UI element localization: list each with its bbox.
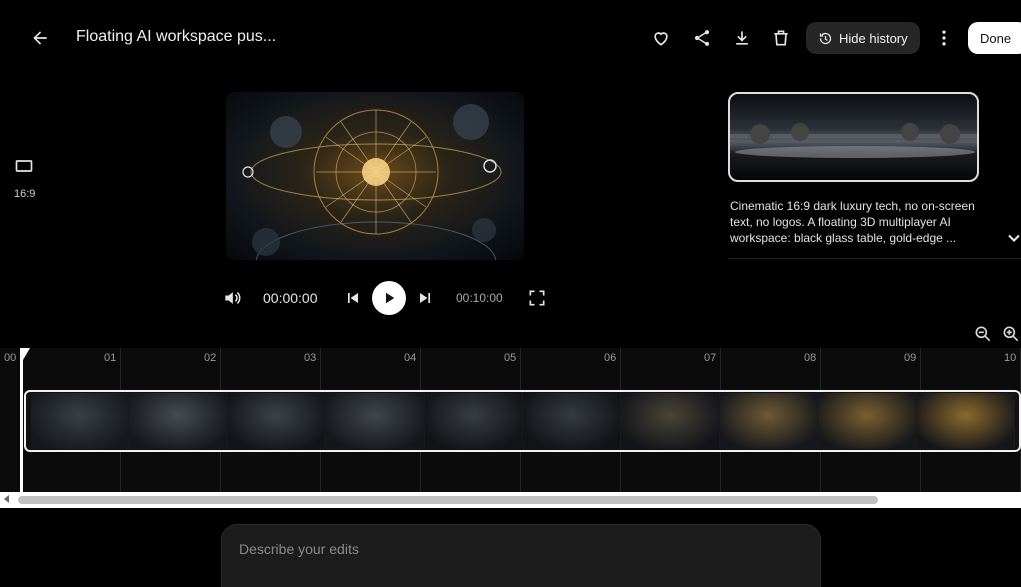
clip-frame-thumbnail	[424, 393, 524, 449]
history-thumbnail-art	[730, 123, 977, 158]
timeline-tick-label: 06	[604, 352, 617, 364]
timeline-tick-label: 00	[4, 352, 17, 364]
more-options-button[interactable]	[928, 22, 960, 54]
expand-history-button[interactable]	[1004, 228, 1021, 248]
clip-frame-thumbnail	[31, 393, 130, 449]
history-prompt-text: Cinematic 16:9 dark luxury tech, no on-s…	[730, 199, 975, 245]
share-icon	[694, 30, 710, 46]
play-icon	[386, 292, 395, 304]
clip-frame-thumbnail	[523, 393, 622, 449]
heart-icon	[654, 32, 668, 46]
clip-frames	[31, 393, 1016, 449]
play-button[interactable]	[372, 281, 406, 315]
zoom-in-icon	[1003, 326, 1019, 342]
share-button[interactable]	[686, 22, 718, 54]
history-thumbnail[interactable]	[728, 92, 979, 182]
hide-history-label: Hide history	[839, 30, 908, 46]
timeline-tick-label: 03	[304, 352, 317, 364]
volume-icon	[225, 292, 241, 304]
skip-next-button[interactable]	[409, 282, 441, 314]
timeline-scroll-thumb[interactable]	[18, 496, 878, 504]
edit-prompt-box	[221, 524, 821, 587]
fullscreen-icon	[529, 290, 545, 306]
history-divider	[728, 258, 1021, 259]
zoom-in-button[interactable]	[997, 320, 1021, 348]
aspect-ratio-icon	[15, 160, 33, 172]
aspect-ratio-button[interactable]	[8, 150, 40, 182]
fullscreen-button[interactable]	[521, 282, 553, 314]
zoom-out-icon	[975, 326, 991, 342]
video-frame-art	[242, 104, 502, 260]
aspect-ratio-label: 16:9	[14, 188, 36, 200]
trash-icon	[774, 30, 788, 46]
skip-next-icon	[420, 293, 430, 303]
favorite-button[interactable]	[645, 22, 677, 54]
video-clip[interactable]	[24, 390, 1021, 452]
clip-frame-thumbnail	[621, 393, 720, 449]
timeline-tick-label: 04	[404, 352, 417, 364]
clip-frame-thumbnail	[129, 393, 228, 449]
page-title: Floating AI workspace pus...	[76, 28, 277, 45]
zoom-out-button[interactable]	[968, 320, 998, 348]
clip-frame-thumbnail	[818, 393, 917, 449]
current-time: 00:00:00	[263, 290, 318, 306]
skip-previous-icon	[348, 293, 358, 303]
clip-frame-thumbnail	[719, 393, 819, 449]
timeline-tick-label: 10	[1004, 352, 1017, 364]
back-button[interactable]	[24, 22, 56, 54]
history-icon	[819, 32, 832, 44]
timeline-tick-label: 09	[904, 352, 917, 364]
clip-frame-thumbnail	[916, 393, 1016, 449]
download-icon	[736, 31, 748, 45]
duration: 00:10:00	[456, 291, 503, 305]
back-arrow-icon	[33, 31, 47, 45]
playhead[interactable]	[20, 348, 23, 492]
more-vert-icon	[942, 30, 946, 46]
timeline-tick-label: 05	[504, 352, 517, 364]
video-preview[interactable]	[226, 92, 524, 260]
clip-frame-thumbnail	[227, 393, 327, 449]
skip-previous-button[interactable]	[337, 282, 369, 314]
volume-button[interactable]	[216, 282, 248, 314]
timeline-tick-label: 07	[704, 352, 717, 364]
timeline-tick-label: 01	[104, 352, 117, 364]
download-button[interactable]	[726, 22, 758, 54]
clip-frame-thumbnail	[326, 393, 425, 449]
done-button[interactable]: Done	[968, 22, 1021, 54]
done-label: Done	[980, 30, 1012, 46]
timeline-tick-label: 02	[204, 352, 217, 364]
edit-prompt-input[interactable]	[239, 541, 799, 557]
chevron-down-icon	[1008, 234, 1020, 242]
delete-button[interactable]	[765, 22, 797, 54]
scroll-left-arrow-icon[interactable]	[4, 495, 9, 503]
hide-history-button[interactable]: Hide history	[806, 22, 920, 54]
timeline-tick-label: 08	[804, 352, 817, 364]
